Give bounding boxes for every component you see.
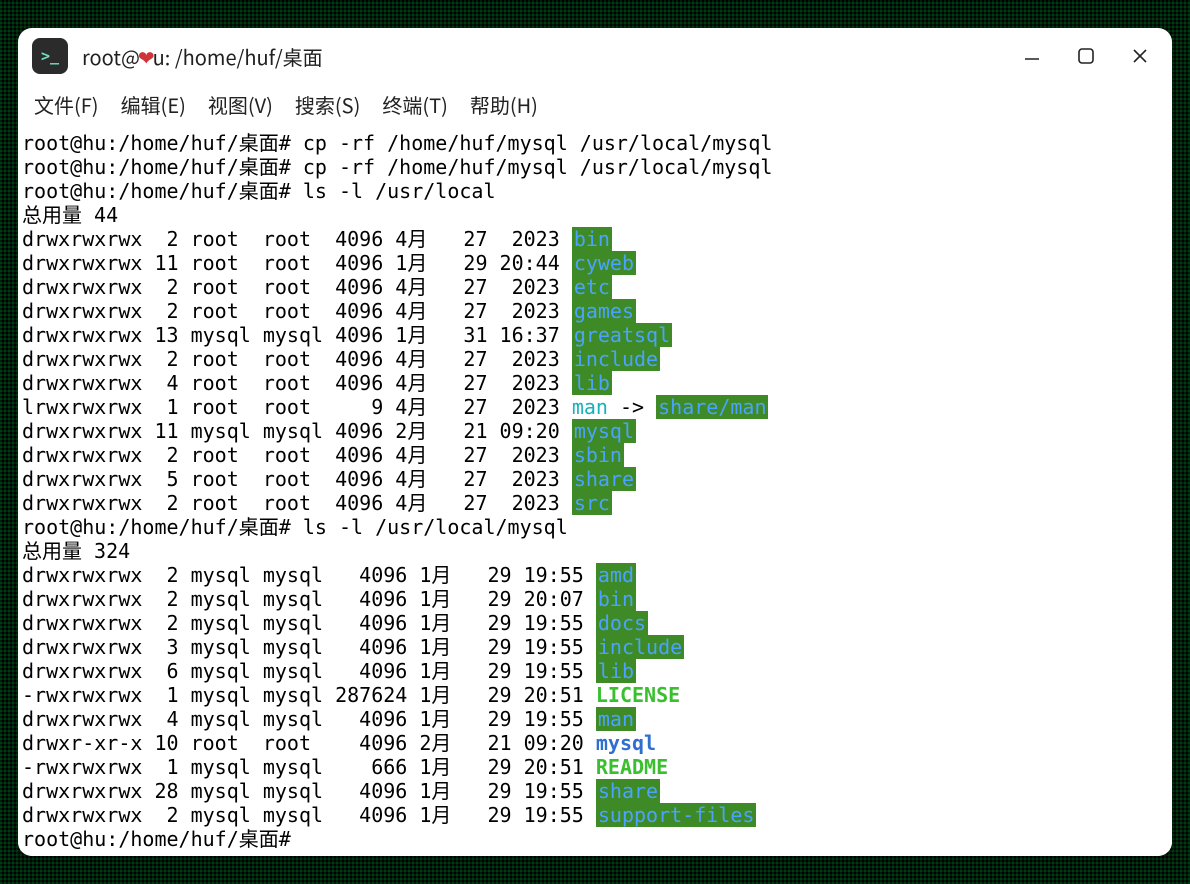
- minimize-button[interactable]: [1018, 42, 1046, 70]
- maximize-button[interactable]: [1072, 42, 1100, 70]
- menu-help[interactable]: 帮助(H): [462, 88, 546, 121]
- title-host-suffix: u: [153, 42, 165, 71]
- window-title: root@❤u: /home/huf/桌面: [82, 42, 1004, 71]
- terminal-window: >_ root@❤u: /home/huf/桌面 文件(F) 编辑(E) 视图(…: [18, 28, 1172, 856]
- menubar: 文件(F) 编辑(E) 视图(V) 搜索(S) 终端(T) 帮助(H): [18, 84, 1172, 131]
- terminal-app-icon: >_: [32, 38, 68, 74]
- title-prefix: root@: [82, 42, 140, 71]
- terminal-output[interactable]: root@hu:/home/huf/桌面# cp -rf /home/huf/m…: [18, 131, 1172, 856]
- menu-edit[interactable]: 编辑(E): [113, 88, 194, 121]
- menu-search[interactable]: 搜索(S): [287, 88, 368, 121]
- menu-view[interactable]: 视图(V): [200, 88, 281, 121]
- menu-file[interactable]: 文件(F): [26, 88, 107, 121]
- menu-terminal[interactable]: 终端(T): [374, 88, 456, 121]
- titlebar: >_ root@❤u: /home/huf/桌面: [18, 28, 1172, 84]
- close-button[interactable]: [1126, 42, 1154, 70]
- window-controls: [1018, 42, 1154, 70]
- title-path: : /home/huf/桌面: [165, 42, 323, 71]
